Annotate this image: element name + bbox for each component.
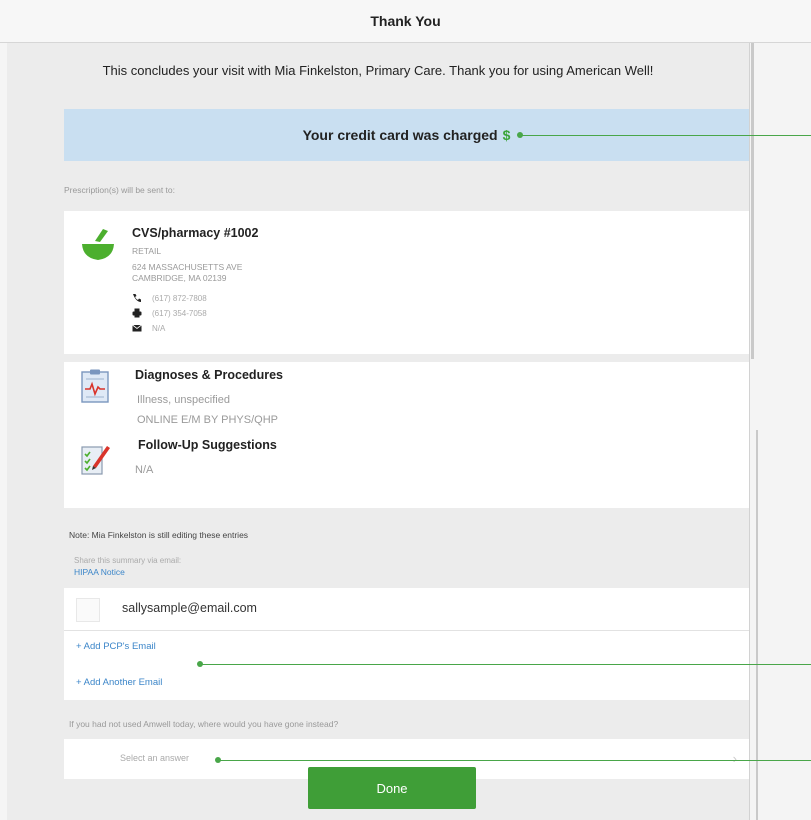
procedure-item: ONLINE E/M BY PHYS/QHP [137,414,279,426]
callout-line-add-email [200,664,811,665]
charge-text: Your credit card was charged [302,127,498,143]
add-pcp-email-link[interactable]: + Add PCP's Email [76,641,156,652]
pharmacy-type: RETAIL [132,246,162,256]
printer-icon [132,308,142,318]
callout-line-survey [218,760,811,761]
email-address: sallysample@email.com [122,601,257,615]
right-margin-panel [749,43,811,820]
editing-note: Note: Mia Finkelston is still editing th… [69,530,249,540]
scrollbar-upper[interactable] [751,43,754,359]
email-row[interactable]: sallysample@email.com [64,588,749,631]
pharmacy-email-row: N/A [132,323,165,333]
done-button[interactable]: Done [308,767,476,809]
pharmacy-fax-row: (617) 354-7058 [132,308,207,318]
add-email-card: + Add PCP's Email + Add Another Email [64,631,749,700]
scrollbar-lower[interactable] [756,430,758,820]
follow-up-value: N/A [135,464,154,476]
callout-dot-charge [517,132,523,138]
pharmacy-address-line1: 624 MASSACHUSETTS AVE [132,262,243,272]
window-title: Thank You [370,13,441,29]
follow-up-card: Follow-Up Suggestions N/A [64,436,749,508]
medical-chart-icon [81,369,109,403]
pharmacy-fax: (617) 354-7058 [152,308,207,318]
thank-you-content: This concludes your visit with Mia Finke… [7,43,749,820]
pharmacy-card: CVS/pharmacy #1002 RETAIL 624 MASSACHUSE… [64,211,749,354]
checklist-icon [81,446,110,475]
mortar-pestle-icon [82,229,114,260]
pharmacy-email: N/A [152,323,166,333]
pharmacy-phone-row: (617) 872-7808 [132,293,207,303]
add-another-email-link[interactable]: + Add Another Email [76,677,162,688]
pharmacy-address-line2: CAMBRIDGE, MA 02139 [132,273,227,283]
window-title-bar: Thank You [0,0,811,43]
phone-icon [133,294,141,302]
chevron-right-icon: › [732,751,737,766]
follow-up-title: Follow-Up Suggestions [138,438,277,452]
charge-amount: $ [502,127,511,143]
pharmacy-phone: (617) 872-7808 [152,293,207,303]
prescriptions-label: Prescription(s) will be sent to: [64,185,176,195]
email-checkbox[interactable] [76,598,100,622]
callout-dot-survey [215,757,221,763]
survey-select-placeholder: Select an answer [120,753,190,763]
diagnoses-title: Diagnoses & Procedures [135,368,283,382]
share-summary-label: Share this summary via email: [74,556,182,565]
envelope-icon [132,324,142,332]
pharmacy-name: CVS/pharmacy #1002 [132,226,259,240]
conclusion-message: This concludes your visit with Mia Finke… [102,63,654,78]
diagnoses-card: Diagnoses & Procedures Illness, unspecif… [64,362,749,436]
survey-question: If you had not used Amwell today, where … [69,719,339,729]
hipaa-notice-link[interactable]: HIPAA Notice [74,567,125,577]
diagnosis-item: Illness, unspecified [137,394,230,406]
callout-dot-add-email [197,661,203,667]
callout-line-charge [520,135,811,136]
